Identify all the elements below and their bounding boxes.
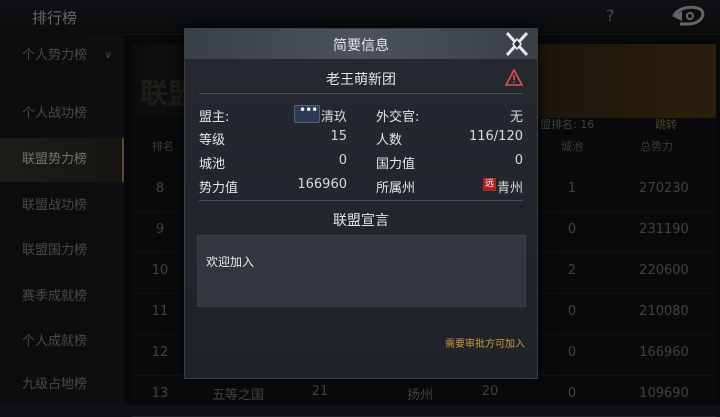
dialog-header: 简要信息 (185, 29, 537, 59)
state-value: 青州 (497, 181, 524, 196)
report-warning-icon[interactable] (505, 69, 523, 86)
state-label: 所属州 (376, 181, 416, 196)
approval-note: 需要审批方可加入 (445, 339, 525, 350)
alliance-name-row: 老王萌新团 (199, 63, 523, 94)
chat-icon[interactable]: ••• (294, 103, 320, 123)
power-value: 166960 (297, 177, 347, 192)
state-badge: 远 (483, 178, 496, 191)
declaration-box: 欢迎加入 (197, 235, 526, 307)
leader-label: 盟主: (199, 110, 230, 125)
members-label: 人数 (376, 133, 403, 148)
level-label: 等级 (199, 133, 226, 148)
national-power-value: 0 (514, 153, 523, 168)
diplomat-label: 外交官: (376, 110, 420, 125)
power-label: 势力值 (199, 181, 239, 196)
declaration-title: 联盟宣言 (333, 213, 389, 229)
close-icon[interactable] (501, 29, 533, 59)
declaration-text: 欢迎加入 (206, 255, 255, 269)
level-value: 15 (330, 129, 347, 144)
divider (199, 200, 523, 201)
members-value: 116/120 (468, 129, 523, 144)
alliance-name: 老王萌新团 (326, 72, 396, 88)
cities-label: 城池 (199, 157, 226, 172)
national-power-label: 国力值 (376, 157, 416, 172)
dialog-title: 简要信息 (333, 38, 389, 54)
leader-value[interactable]: 清玖 (321, 106, 347, 125)
cities-value: 0 (338, 153, 347, 168)
alliance-info-dialog: 简要信息 老王萌新团 盟主: ••• 清玖 外交官: 无 等级 15 人数 11… (184, 28, 538, 379)
diplomat-value: 无 (509, 110, 523, 125)
